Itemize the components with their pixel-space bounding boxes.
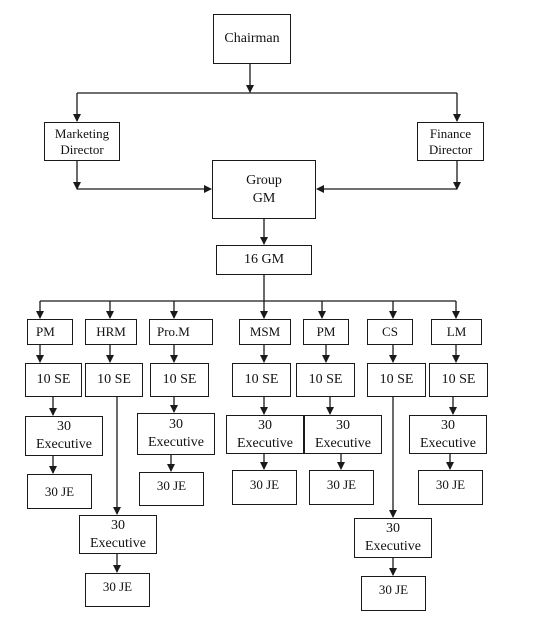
node-marketing-director: Marketing Director: [44, 122, 120, 161]
node-je-2: 30 JE: [85, 573, 150, 607]
node-label: 10 SE: [379, 372, 414, 387]
node-label: 30 JE: [156, 478, 187, 493]
node-exec-4: 30 Executive: [226, 415, 304, 454]
node-label: 10 SE: [36, 372, 71, 387]
node-exec-5: 30 Executive: [304, 415, 382, 454]
node-exec-3: 30 Executive: [137, 413, 215, 455]
node-label: 10 SE: [308, 372, 343, 387]
node-label: 30 Executive: [315, 417, 371, 451]
node-label: 30 Executive: [148, 417, 204, 450]
node-label: LM: [446, 324, 467, 339]
node-label: 30 Executive: [420, 417, 476, 451]
node-msm: MSM: [239, 319, 291, 345]
node-label: 30 Executive: [36, 419, 92, 452]
node-label: 30 Executive: [90, 517, 146, 551]
node-exec-1: 30 Executive: [25, 416, 103, 456]
node-label: Group GM: [246, 172, 282, 206]
node-label: PM: [316, 324, 336, 339]
node-je-1: 30 JE: [27, 474, 92, 509]
node-je-3: 30 JE: [139, 472, 204, 506]
node-se-6: 10 SE: [367, 363, 426, 397]
node-se-3: 10 SE: [150, 363, 209, 397]
node-label: 10 SE: [162, 372, 197, 387]
node-label: 30 JE: [326, 477, 357, 492]
node-se-4: 10 SE: [232, 363, 291, 397]
node-chairman: Chairman: [213, 14, 291, 64]
node-exec-7: 30 Executive: [409, 415, 487, 454]
node-label: Chairman: [224, 31, 280, 46]
node-label: 10 SE: [244, 372, 279, 387]
node-label: MSM: [249, 324, 281, 339]
node-label: 30 JE: [249, 477, 280, 492]
node-label: Finance Director: [428, 125, 473, 157]
node-label: 10 SE: [441, 372, 476, 387]
node-label: 30 JE: [102, 579, 133, 594]
node-label: 10 SE: [97, 372, 131, 387]
node-label: 30 JE: [44, 483, 75, 499]
node-label: Pro.M: [157, 324, 190, 339]
node-hrm: HRM: [85, 319, 137, 345]
node-label: 30 JE: [378, 582, 409, 597]
node-se-2: 10 SE: [85, 363, 143, 397]
node-pro-m: Pro.M: [149, 319, 213, 345]
node-finance-director: Finance Director: [417, 122, 484, 161]
node-label: 30 JE: [435, 477, 466, 492]
node-16-gm: 16 GM: [216, 245, 312, 275]
node-exec-2: 30 Executive: [79, 515, 157, 554]
node-label: 16 GM: [243, 252, 285, 267]
node-label: Marketing Director: [54, 125, 110, 157]
node-label: 30 Executive: [365, 521, 421, 554]
node-pm-2: PM: [303, 319, 349, 345]
node-cs: CS: [367, 319, 413, 345]
node-exec-6: 30 Executive: [354, 518, 432, 558]
node-pm-1: PM: [27, 319, 73, 345]
node-se-7: 10 SE: [429, 363, 488, 397]
node-se-1: 10 SE: [25, 363, 82, 397]
node-label: PM: [36, 324, 55, 339]
node-je-5: 30 JE: [309, 470, 374, 505]
node-se-5: 10 SE: [296, 363, 355, 397]
node-je-4: 30 JE: [232, 470, 297, 505]
node-je-6: 30 JE: [361, 576, 426, 611]
node-lm: LM: [431, 319, 482, 345]
node-label: HRM: [96, 324, 126, 339]
node-label: CS: [382, 324, 398, 339]
node-group-gm: Group GM: [212, 160, 316, 219]
node-je-7: 30 JE: [418, 470, 483, 505]
node-label: 30 Executive: [237, 417, 293, 451]
